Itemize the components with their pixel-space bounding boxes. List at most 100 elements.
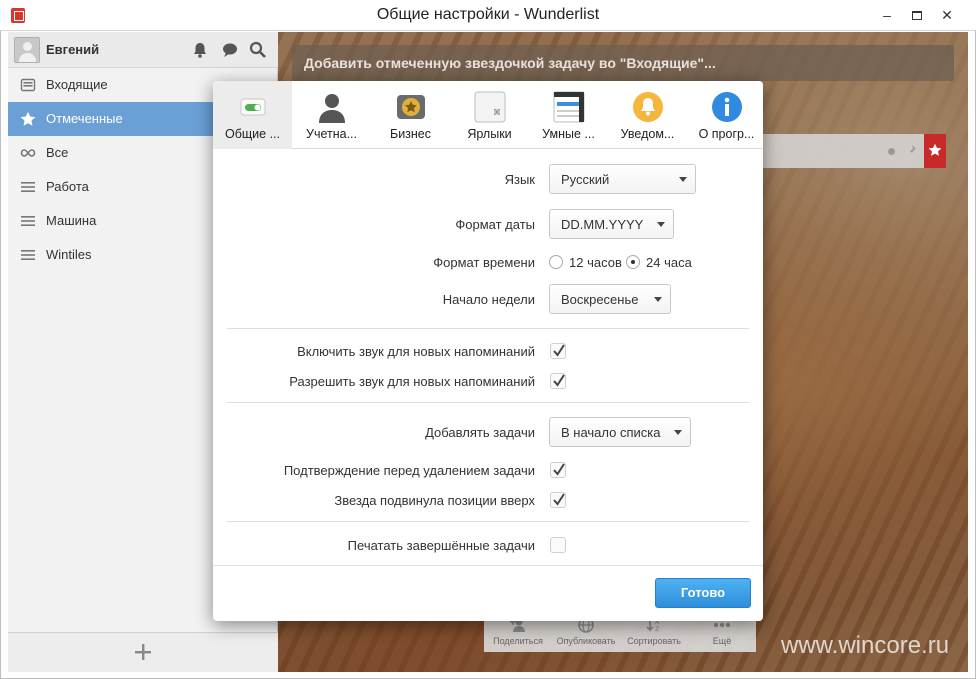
tab-about[interactable]: О прогр... — [687, 81, 763, 149]
date-format-label: Формат даты — [455, 217, 535, 232]
smart-lists-icon — [553, 91, 585, 123]
task-row[interactable] — [760, 134, 946, 168]
checkmark-icon — [553, 374, 565, 387]
share-label: Поделиться — [493, 636, 543, 646]
add-list-bar — [8, 632, 278, 672]
tab-label: Бизнес — [389, 127, 432, 141]
footer-divider — [213, 565, 763, 566]
add-task-placeholder: Добавить отмеченную звездочкой задачу во… — [304, 55, 716, 71]
week-start-select[interactable]: Воскресенье — [549, 284, 671, 314]
print-completed-checkbox[interactable] — [550, 537, 566, 553]
window-title: Общие настройки - Wunderlist — [376, 6, 600, 23]
settings-tabs: Общие ... Учетна... Бизнес ⌘ Ярлыки Умны… — [213, 81, 763, 149]
tab-general[interactable]: Общие ... — [213, 81, 292, 149]
sort-label: Сортировать — [627, 636, 681, 646]
publish-label: Опубликовать — [556, 636, 616, 646]
watermark: www.wincore.ru — [781, 632, 950, 659]
star-icon — [20, 111, 36, 126]
svg-text:⌘: ⌘ — [493, 108, 501, 117]
star-moves-up-label: Звезда подвинула позиции вверх — [334, 493, 535, 508]
confirm-delete-label: Подтверждение перед удалением задачи — [283, 463, 535, 478]
user-bar: Евгений — [8, 32, 278, 68]
tab-smart-lists[interactable]: Умные ... — [529, 81, 608, 149]
search-icon[interactable] — [248, 40, 268, 60]
chat-icon[interactable] — [220, 40, 240, 60]
sidebar-item-label: Отмеченные — [46, 111, 123, 126]
chevron-down-icon — [679, 177, 687, 182]
sidebar-item-label: Все — [46, 145, 69, 160]
bell-icon[interactable] — [190, 40, 210, 60]
sidebar-item-label: Wintiles — [46, 247, 92, 262]
inbox-icon — [20, 78, 36, 92]
time-format-12h-label[interactable]: 12 часов — [569, 255, 622, 270]
checkmark-icon — [553, 463, 565, 476]
week-start-value: Воскресенье — [561, 292, 639, 307]
add-tasks-label: Добавлять задачи — [425, 425, 535, 440]
account-icon — [319, 94, 345, 123]
confirm-delete-checkbox[interactable] — [550, 462, 566, 478]
pin-icon — [908, 145, 916, 155]
tab-label: Уведом... — [620, 127, 675, 141]
maximize-button[interactable] — [902, 4, 932, 26]
time-format-label: Формат времени — [433, 255, 535, 270]
avatar[interactable] — [14, 37, 40, 63]
notifications-icon — [633, 92, 663, 122]
star-flag-icon[interactable] — [924, 134, 946, 168]
language-value: Русский — [561, 172, 610, 187]
minimize-button[interactable]: – — [872, 4, 902, 26]
date-format-select[interactable]: DD.MM.YYYY — [549, 209, 674, 239]
checkmark-icon — [553, 493, 565, 506]
time-format-24h-radio[interactable] — [626, 255, 640, 269]
tab-notifications[interactable]: Уведом... — [608, 81, 687, 149]
maximize-icon — [912, 11, 922, 20]
divider — [227, 521, 749, 522]
add-task-input[interactable]: Добавить отмеченную звездочкой задачу во… — [292, 45, 954, 81]
svg-text:Z: Z — [655, 626, 659, 633]
info-icon — [712, 92, 742, 122]
tab-shortcuts[interactable]: ⌘ Ярлыки — [450, 81, 529, 149]
chevron-down-icon — [657, 222, 665, 227]
done-button[interactable]: Готово — [655, 578, 751, 608]
infinity-icon — [20, 149, 36, 157]
time-format-12h-radio[interactable] — [549, 255, 563, 269]
tab-label: О прогр... — [698, 127, 755, 141]
print-completed-label: Печатать завершённые задачи — [347, 538, 535, 553]
tab-label: Учетна... — [306, 127, 357, 141]
week-start-label: Начало недели — [442, 292, 535, 307]
allow-sound-reminders-checkbox[interactable] — [550, 373, 566, 389]
sidebar-item-label: Машина — [46, 213, 97, 228]
add-tasks-select[interactable]: В начало списка — [549, 417, 691, 447]
chevron-down-icon — [654, 297, 662, 302]
toggle-icon — [240, 98, 266, 116]
tab-account[interactable]: Учетна... — [292, 81, 371, 149]
language-label: Язык — [504, 172, 535, 187]
chevron-down-icon — [674, 430, 682, 435]
list-icon — [21, 182, 35, 192]
star-moves-up-checkbox[interactable] — [550, 492, 566, 508]
divider — [227, 328, 749, 329]
business-icon — [397, 95, 425, 119]
allow-sound-reminders-label: Разрешить звук для новых напоминаний — [289, 374, 535, 389]
add-tasks-value: В начало списка — [561, 425, 661, 440]
tab-label: Ярлыки — [467, 127, 512, 141]
date-format-value: DD.MM.YYYY — [561, 217, 644, 232]
settings-dialog: Общие ... Учетна... Бизнес ⌘ Ярлыки Умны… — [213, 81, 763, 621]
list-icon — [21, 216, 35, 226]
checkmark-icon — [553, 344, 565, 357]
time-format-24h-label[interactable]: 24 часа — [646, 255, 692, 270]
sound-new-reminders-checkbox[interactable] — [550, 343, 566, 359]
title-bar: Общие настройки - Wunderlist – ✕ — [0, 0, 976, 31]
sound-new-reminders-label: Включить звук для новых напоминаний — [297, 344, 535, 359]
tab-label: Умные ... — [542, 127, 595, 141]
language-select[interactable]: Русский — [549, 164, 696, 194]
tab-business[interactable]: Бизнес — [371, 81, 450, 149]
divider — [227, 402, 749, 403]
more-label: Ещё — [712, 636, 732, 646]
sidebar-item-label: Работа — [46, 179, 89, 194]
user-name[interactable]: Евгений — [46, 42, 99, 57]
close-button[interactable]: ✕ — [932, 4, 962, 26]
add-list-button[interactable] — [133, 642, 153, 662]
note-dot-icon — [888, 148, 895, 155]
tab-label: Общие ... — [225, 127, 280, 141]
sidebar-item-label: Входящие — [46, 77, 108, 92]
